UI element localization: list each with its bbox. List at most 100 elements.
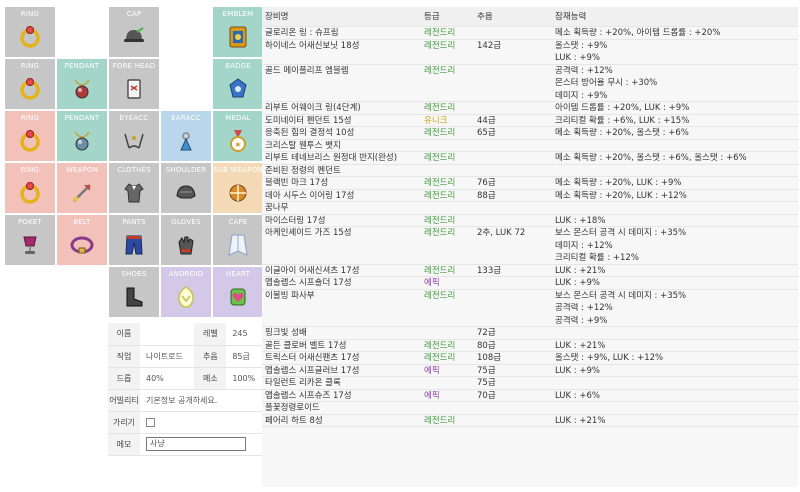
equip-slot-label: RING [20,114,40,122]
item-name: 글로리온 링 : 슈프림 [265,28,339,38]
equip-slot-ring3[interactable]: RING [5,111,55,161]
character-info-panel: 이름 레벨 245 직업 나이트로드 추옵 85급 드롭 40% 메소 100%… [108,323,263,456]
equip-slot-forehead[interactable]: FORE HEAD [109,59,159,109]
equip-slot-cape[interactable]: CAPE [213,215,263,265]
empty-slot [57,7,107,57]
pocket-icon [17,232,43,258]
equip-slot-clothes[interactable]: CLOTHES [109,163,159,213]
empty-slot [161,7,211,57]
item-grade: 레전드리 [424,228,456,238]
table-row: 마이스터링 17성 레전드리 LUK : +18% [262,215,798,227]
hide-checkbox[interactable] [146,417,155,427]
equip-slot-pants[interactable]: PANTS [109,215,159,265]
equip-slot-medal[interactable]: MEDAL ★ [213,111,263,161]
potential-line: 공격력 : +12% [555,303,613,313]
item-name: 리부트 테네브리스 원정대 반지(완성) [265,153,398,163]
pop-value: 85급 [226,345,263,368]
equip-slot-eyeacc[interactable]: EYEACC [109,111,159,161]
ability-label: 어빌리티 [108,389,140,412]
item-name: 골드 메이플리프 엠블렘 [265,65,349,76]
equip-slot-weapon[interactable]: WEAPON [57,163,107,213]
equip-slot-belt[interactable]: BELT [57,215,107,265]
potential-line: 몬스터 방어율 무시 : +30% [555,78,658,88]
item-name: 이볼빙 파사부 [265,290,315,301]
equip-slot-pendant2[interactable]: PENDANT [57,111,107,161]
item-potential: 메소 획득량 : +20%, 올스탯 : +6%, 올스탯 : +6% [555,152,747,165]
equip-slot-ring2[interactable]: RING [5,59,55,109]
memo-cell: 사냥 [140,433,263,456]
info-row-memo: 메모 사냥 [108,433,263,456]
equip-slot-label: FORE HEAD [112,62,156,70]
memo-label: 메모 [108,433,140,456]
equip-slot-emblem[interactable]: EMBLEM [213,7,263,57]
item-grade: 레전드리 [424,353,456,363]
memo-input[interactable]: 사냥 [146,437,246,451]
level-label: 레벨 [194,323,227,346]
job-value: 나이트로드 [140,345,195,368]
info-row-job: 직업 나이트로드 추옵 85급 [108,345,263,368]
equip-slot-pendant1[interactable]: PENDANT [57,59,107,109]
info-row-hide: 가리기 [108,411,263,434]
potential-line: 보스 몬스터 공격 시 데미지 : +35% [555,290,687,301]
table-row: 데아 시두스 이어링 17성 레전드리 88급 메소 획득량 : +20%, LUK … [262,190,798,202]
equip-slot-subweapon[interactable]: SUB WEAPON [213,163,263,213]
equip-slot-ring4[interactable]: RING [5,163,55,213]
item-name: 타일런트 리카온 클록 [265,378,341,388]
item-star-option: 142급 [477,40,502,51]
header-star: 추옵 [477,12,493,22]
ring-icon [17,24,43,50]
meso-label: 메소 [194,367,227,390]
table-row: 앱솔랩스 시프글러브 17성 에픽 75급 LUK : +9% [262,365,798,377]
item-star-option: 133급 [477,265,502,276]
potential-line: 크리티컬 확률 : +12% [555,253,639,263]
item-potential: 보스 몬스터 공격 시 데미지 : +35% 공격력 : +12% 공격력 : +9… [555,290,686,328]
potential-line: LUK : +6% [555,390,600,401]
hide-cell [140,411,263,434]
equip-slot-cap[interactable]: CAP [109,7,159,57]
potential-line: 메소 획득량 : +20%, LUK : +9% [555,178,682,188]
equip-slot-shoes[interactable]: SHOES [109,267,159,317]
potential-line: 공격력 : +12% [555,65,613,76]
table-row: 크리스탈 웬투스 뱃지 [262,140,798,152]
info-row-ability: 어빌리티 기본정보 공개하세요. [108,389,263,412]
equip-slot-label: WEAPON [65,166,99,174]
table-row: 앱솔랩스 시프슈즈 17성 에픽 70급 LUK : +6% [262,390,798,402]
heart-icon [225,284,251,310]
equip-slot-gloves[interactable]: GLOVES [161,215,211,265]
table-row: 트릭스터 어새신팬츠 17성 레전드리 108급 올스탯 : +9%, LUK : +… [262,352,798,365]
table-row: 도미네이터 펜던트 15성 유니크 44급 크리티컬 확률 : +6%, LUK : … [262,115,798,127]
item-name: 앱솔랩스 시프글러브 17성 [265,365,360,376]
potential-line: 아이템 드롭률 : +20%, LUK : +9% [555,103,690,113]
equip-slot-label: SHOULDER [165,166,207,174]
item-grade: 레전드리 [424,153,456,163]
equip-slot-label: BELT [73,218,91,226]
ring-icon [17,128,43,154]
equip-slot-heart[interactable]: HEART [213,267,263,317]
potential-line: 메소 획득량 : +20%, 올스탯 : +6% [555,128,689,138]
equip-slot-earacc[interactable]: EARACC [161,111,211,161]
item-star-option: 76급 [477,178,496,188]
potential-line: 메소 획득량 : +20%, LUK : +12% [555,190,687,201]
pop-label: 추옵 [194,345,227,368]
belt-icon [69,232,95,258]
item-name: 페어리 하트 8성 [265,415,323,426]
item-star-option: 44급 [477,115,496,126]
potential-line: 크리티컬 확률 : +6%, LUK : +15% [555,115,690,126]
item-name: 꿈나무 [265,203,289,213]
equip-slot-ring1[interactable]: RING [5,7,55,57]
equip-slot-android[interactable]: ANDROID [161,267,211,317]
item-potential: 메소 획득량 : +20%, 아이템 드롭률 : +20% [555,27,720,40]
item-name: 핑크빛 성배 [265,328,307,338]
equip-slot-label: GLOVES [171,218,201,226]
potential-line: 메소 획득량 : +20%, 아이템 드롭률 : +20% [555,28,721,38]
subweapon-icon [225,180,251,206]
item-potential: LUK : +21% [555,415,605,428]
item-name: 리부트 어웨이크 링(4단계) [265,103,361,113]
item-grade: 에픽 [424,365,440,376]
table-row: 준비된 정령의 펜던트 [262,165,798,177]
equip-slot-poket[interactable]: POKET [5,215,55,265]
equip-slot-shoulder[interactable]: SHOULDER [161,163,211,213]
equip-slot-badge[interactable]: BADGE [213,59,263,109]
equip-slot-label: ANDROID [168,270,204,278]
cap-icon [121,24,147,50]
